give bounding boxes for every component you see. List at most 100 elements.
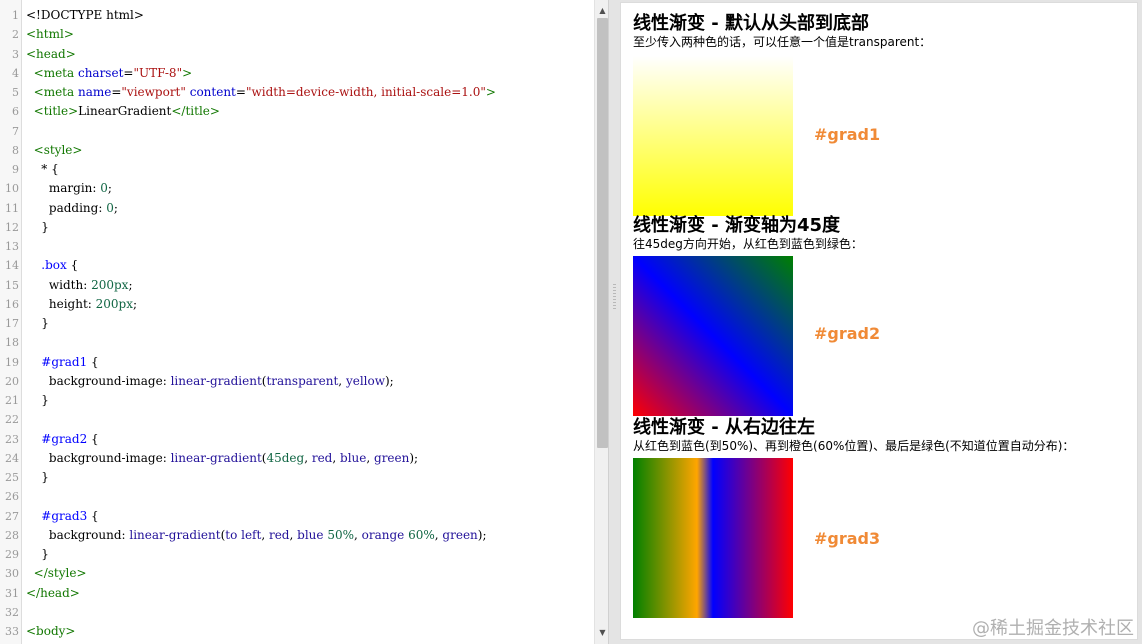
code-token: to left <box>225 527 262 542</box>
code-token: } <box>26 547 49 561</box>
line-number: 3 <box>12 47 19 61</box>
code-text[interactable]: } <box>26 545 49 564</box>
code-text[interactable]: } <box>26 391 49 410</box>
code-text[interactable]: } <box>26 218 49 237</box>
code-line[interactable]: 2 <html> <box>0 25 594 44</box>
line-number: 10 <box>5 182 19 196</box>
code-text[interactable]: <meta charset="UTF-8"> <box>26 64 193 83</box>
code-token: <title> <box>33 104 79 119</box>
code-text[interactable]: <head> <box>26 45 76 64</box>
code-token: > <box>485 85 496 99</box>
code-line[interactable]: 30 </style> <box>0 564 594 583</box>
code-text[interactable]: <body> <box>26 622 75 641</box>
code-line[interactable]: 32 <box>0 603 594 622</box>
code-token: <html> <box>26 27 74 42</box>
code-text[interactable]: padding: 0; <box>26 199 118 218</box>
code-line[interactable]: 1 <!DOCTYPE html> <box>0 6 594 25</box>
code-line[interactable]: 8 <style> <box>0 141 594 160</box>
code-text[interactable]: .box { <box>26 256 78 275</box>
scroll-up-arrow-icon[interactable]: ▲ <box>595 4 608 18</box>
code-token: charset <box>77 65 124 80</box>
code-text[interactable]: <title>LinearGradient</title> <box>26 102 220 121</box>
code-line[interactable]: 19 #grad1 { <box>0 353 594 372</box>
code-text[interactable]: } <box>26 468 49 487</box>
code-text[interactable]: <meta name="viewport" content="width=dev… <box>26 83 496 102</box>
code-line[interactable]: 10 margin: 0; <box>0 179 594 198</box>
code-line[interactable]: 27 #grad3 { <box>0 507 594 526</box>
splitter-grip-icon[interactable] <box>613 284 616 310</box>
code-text[interactable]: background: linear-gradient(to left, red… <box>26 526 487 545</box>
line-number: 24 <box>5 451 19 465</box>
code-text[interactable]: <style> <box>26 141 83 160</box>
code-token: { <box>87 508 99 523</box>
code-line[interactable]: 31 </head> <box>0 584 594 603</box>
line-number: 7 <box>12 124 19 138</box>
code-line[interactable]: 3 <head> <box>0 45 594 64</box>
section-description: 往45deg方向开始，从红色到蓝色到绿色： <box>633 237 863 251</box>
code-line[interactable]: 28 background: linear-gradient(to left, … <box>0 526 594 545</box>
code-line[interactable]: 4 <meta charset="UTF-8"> <box>0 64 594 83</box>
section-grad1-header: 线性渐变 - 默认从头部到底部 至少传入两种色的话，可以任意一个值是transp… <box>633 13 931 49</box>
code-text[interactable]: margin: 0; <box>26 179 112 198</box>
code-token: width <box>48 277 84 292</box>
code-text[interactable]: } <box>26 314 49 333</box>
code-line[interactable]: 7 <box>0 122 594 141</box>
code-token: ); <box>409 450 419 465</box>
code-token: { <box>66 258 79 273</box>
code-line[interactable]: 22 <box>0 410 594 429</box>
code-line[interactable]: 25 } <box>0 468 594 487</box>
code-text[interactable]: <!DOCTYPE html> <box>26 6 144 25</box>
code-line[interactable]: 13 <box>0 237 594 256</box>
code-line[interactable]: 14 .box { <box>0 256 594 275</box>
code-token: { <box>87 354 99 369</box>
code-line[interactable]: 11 padding: 0; <box>0 199 594 218</box>
editor-scrollbar[interactable]: ▲ ▼ <box>594 0 608 644</box>
preview-pane: 线性渐变 - 默认从头部到底部 至少传入两种色的话，可以任意一个值是transp… <box>620 2 1138 640</box>
code-token: <head> <box>26 46 76 61</box>
grad1-label: #grad1 <box>814 125 881 144</box>
code-line[interactable]: 24 background-image: linear-gradient(45d… <box>0 449 594 468</box>
code-text[interactable]: height: 200px; <box>26 295 137 314</box>
code-line[interactable]: 33 <body> <box>0 622 594 641</box>
code-line[interactable]: 18 <box>0 333 594 352</box>
code-text[interactable]: #grad3 { <box>26 507 99 526</box>
code-editor-pane[interactable]: 1 <!DOCTYPE html> 2 <html> 3 <head> 4 <meta ch… <box>0 0 609 644</box>
pane-splitter[interactable] <box>609 0 620 644</box>
code-line[interactable]: 21 } <box>0 391 594 410</box>
code-token: = <box>111 85 122 99</box>
scrollbar-thumb[interactable] <box>597 18 608 448</box>
code-line[interactable]: 20 background-image: linear-gradient(tra… <box>0 372 594 391</box>
code-text[interactable]: </style> <box>26 564 87 583</box>
code-text[interactable]: background-image: linear-gradient(transp… <box>26 372 394 391</box>
scroll-down-arrow-icon[interactable]: ▼ <box>595 626 608 640</box>
code-token: linear-gradient <box>170 450 262 465</box>
code-text[interactable]: * { <box>26 160 58 179</box>
code-line[interactable]: 15 width: 200px; <box>0 276 594 295</box>
code-token: #grad1 <box>41 354 88 369</box>
line-number: 21 <box>5 394 19 407</box>
code-line[interactable]: 16 height: 200px; <box>0 295 594 314</box>
code-text[interactable]: #grad2 { <box>26 430 98 449</box>
code-line[interactable]: 5 <meta name="viewport" content="width=d… <box>0 83 594 102</box>
code-line[interactable]: 29 } <box>0 545 594 564</box>
code-line[interactable]: 23 #grad2 { <box>0 430 594 449</box>
section-description: 至少传入两种色的话，可以任意一个值是transparent： <box>633 35 932 49</box>
code-text[interactable]: #grad1 { <box>26 353 99 372</box>
code-line[interactable]: 9 * { <box>0 160 594 179</box>
code-token: = <box>123 65 134 80</box>
code-line[interactable]: 26 <box>0 487 594 506</box>
code-line[interactable]: 12 } <box>0 218 594 237</box>
code-text[interactable]: background-image: linear-gradient(45deg,… <box>26 449 418 468</box>
code-token: linear-gradient <box>170 373 262 388</box>
code-text[interactable]: </head> <box>26 584 80 603</box>
code-area[interactable]: 1 <!DOCTYPE html> 2 <html> 3 <head> 4 <meta ch… <box>0 6 594 641</box>
code-line[interactable]: 17 } <box>0 314 594 333</box>
code-text[interactable]: width: 200px; <box>26 276 133 295</box>
code-text[interactable]: <html> <box>26 25 74 44</box>
code-line[interactable]: 6 <title>LinearGradient</title> <box>0 102 594 121</box>
